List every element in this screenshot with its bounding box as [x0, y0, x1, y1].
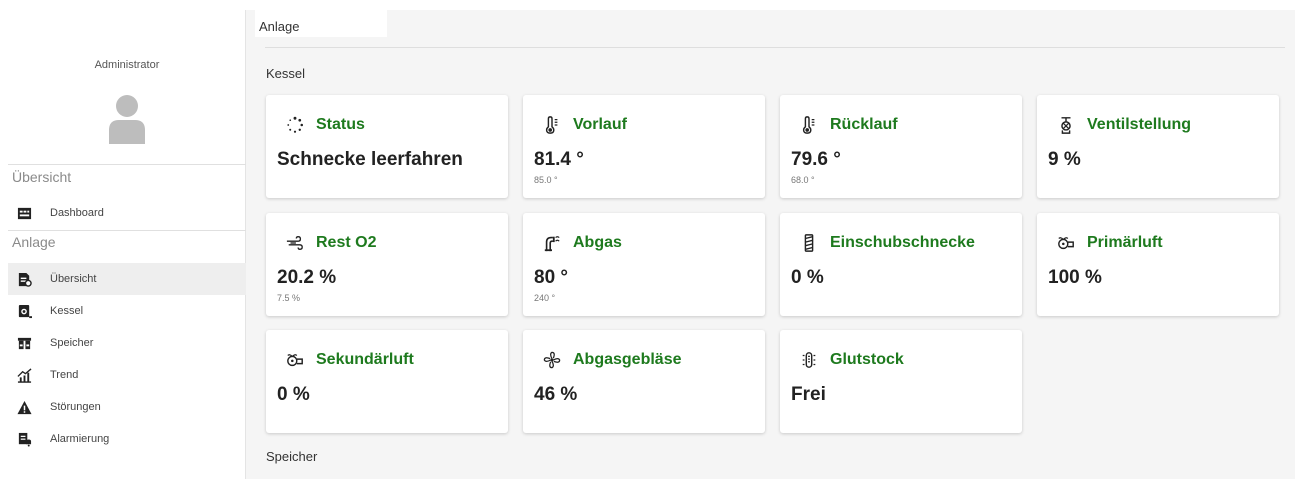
card-label: Rest O2: [316, 234, 377, 251]
card-label: Einschubschnecke: [830, 234, 975, 251]
air-icon: [286, 350, 308, 370]
storage-icon: [16, 335, 32, 351]
card-subvalue: 7.5 %: [277, 293, 301, 303]
card-flow-temp: Vorlauf 81.4 ° 85.0 °: [523, 95, 765, 198]
card-label: Abgas: [573, 234, 622, 251]
card-label: Primärluft: [1087, 234, 1163, 251]
screw-icon: [800, 233, 822, 253]
card-subvalue: 85.0 °: [534, 175, 558, 185]
sidebar-divider: [8, 164, 246, 165]
tab-plant[interactable]: Anlage: [255, 10, 387, 37]
sidebar-item-label: Speicher: [50, 337, 94, 349]
card-value: 0 %: [791, 267, 824, 288]
user-name: Administrator: [94, 59, 160, 71]
card-value: 9 %: [1048, 149, 1081, 170]
sidebar-item-label: Störungen: [50, 401, 101, 413]
group-title-storage: Speicher: [266, 449, 318, 464]
card-primary-air: Primärluft 100 %: [1037, 213, 1279, 316]
sidebar-item-label: Dashboard: [50, 207, 104, 219]
fan-icon: [543, 350, 565, 370]
group-title-boiler: Kessel: [266, 66, 306, 81]
sidebar-item-boiler[interactable]: Kessel: [8, 295, 246, 327]
valve-icon: [1057, 115, 1079, 135]
dashboard-icon: [16, 205, 32, 221]
avatar: [109, 95, 145, 144]
card-exhaust: Abgas 80 ° 240 °: [523, 213, 765, 316]
card-subvalue: 68.0 °: [791, 175, 815, 185]
card-status: Status Schnecke leerfahren: [266, 95, 508, 198]
card-value: Frei: [791, 384, 826, 405]
card-exhaust-fan: Abgasgebläse 46 %: [523, 330, 765, 433]
card-label: Vorlauf: [573, 116, 627, 133]
trend-icon: [16, 367, 32, 383]
card-value: 0 %: [277, 384, 310, 405]
boiler-icon: [16, 303, 32, 319]
sidebar-item-storage[interactable]: Speicher: [8, 327, 246, 359]
card-return-temp: Rücklauf 79.6 ° 68.0 °: [780, 95, 1022, 198]
exhaust-icon: [543, 233, 565, 253]
card-value: 80 °: [534, 267, 569, 288]
card-value: 46 %: [534, 384, 578, 405]
card-label: Abgasgebläse: [573, 351, 682, 368]
sidebar: Administrator Übersicht Dashboard Anlage…: [8, 10, 246, 479]
card-ember-bed: Glutstock Frei: [780, 330, 1022, 433]
thermometer-icon: [800, 115, 822, 135]
sidebar-section-overview: Übersicht: [12, 169, 72, 185]
warning-icon: [16, 399, 32, 415]
wind-icon: [286, 233, 308, 253]
air-icon: [1057, 233, 1079, 253]
card-feed-screw: Einschubschnecke 0 %: [780, 213, 1022, 316]
main-content: Anlage Kessel Status Schnecke leerfahren…: [246, 10, 1295, 479]
sidebar-item-trend[interactable]: Trend: [8, 359, 246, 391]
card-label: Status: [316, 116, 365, 133]
sidebar-item-label: Kessel: [50, 305, 84, 317]
thermometer-icon: [543, 115, 565, 135]
sidebar-item-dashboard[interactable]: Dashboard: [8, 197, 246, 229]
sidebar-divider: [8, 230, 246, 231]
sidebar-item-label: Übersicht: [50, 273, 97, 285]
card-label: Sekundärluft: [316, 351, 414, 368]
card-value: 81.4 °: [534, 149, 584, 170]
card-rest-o2: Rest O2 20.2 % 7.5 %: [266, 213, 508, 316]
sidebar-item-faults[interactable]: Störungen: [8, 391, 246, 423]
card-label: Ventilstellung: [1087, 116, 1192, 133]
app-frame: Administrator Übersicht Dashboard Anlage…: [8, 10, 1295, 479]
card-secondary-air: Sekundärluft 0 %: [266, 330, 508, 433]
card-value: 20.2 %: [277, 267, 337, 288]
sidebar-item-label: Trend: [50, 369, 79, 381]
overview-icon: [16, 271, 32, 287]
card-value: 79.6 °: [791, 149, 841, 170]
status-icon: [286, 115, 308, 135]
sidebar-section-plant: Anlage: [12, 234, 56, 250]
sidebar-item-label: Alarmierung: [50, 433, 110, 445]
ember-icon: [800, 350, 822, 370]
card-valve-position: Ventilstellung 9 %: [1037, 95, 1279, 198]
sidebar-item-alarming[interactable]: Alarmierung: [8, 423, 246, 455]
header-divider: [265, 47, 1285, 48]
sidebar-item-overview[interactable]: Übersicht: [8, 263, 246, 295]
card-value: Schnecke leerfahren: [277, 149, 463, 170]
alarm-icon: [16, 431, 32, 447]
card-label: Glutstock: [830, 351, 904, 368]
card-subvalue: 240 °: [534, 293, 556, 303]
card-value: 100 %: [1048, 267, 1102, 288]
card-label: Rücklauf: [830, 116, 898, 133]
